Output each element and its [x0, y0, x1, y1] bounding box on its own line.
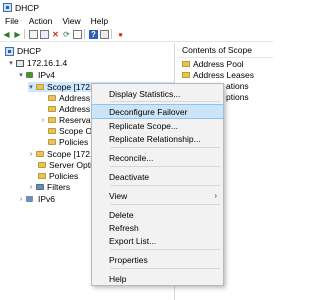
tree-node-policies[interactable]: Policies	[40, 137, 88, 147]
tree-label-scope-2: Scope [172.	[47, 149, 93, 159]
title-bar: DHCP	[0, 0, 273, 15]
menu-item-replicate-relationship[interactable]: Replicate Relationship...	[92, 132, 223, 145]
forward-icon[interactable]: ▶	[13, 30, 22, 39]
menu-item-help[interactable]: Help	[92, 272, 223, 285]
tree-label-server: 172.16.1.4	[27, 58, 68, 68]
menu-item-delete[interactable]: Delete	[92, 208, 223, 221]
properties-icon[interactable]	[40, 29, 49, 39]
menu-item-view[interactable]: View ›	[92, 189, 223, 202]
menu-item-properties[interactable]: Properties	[92, 253, 223, 266]
menu-separator	[110, 101, 220, 102]
server-icon[interactable]	[100, 29, 109, 39]
collapsed-arrow-icon[interactable]: ›	[28, 184, 34, 191]
menu-item-export-list[interactable]: Export List...	[92, 234, 223, 247]
refresh-icon[interactable]: ⟳	[62, 30, 71, 39]
menu-item-display-statistics[interactable]: Display Statistics...	[92, 87, 223, 100]
menu-action[interactable]: Action	[29, 16, 53, 26]
toolbar-separator-2	[84, 29, 85, 39]
menu-file[interactable]: File	[5, 16, 19, 26]
window-title: DHCP	[15, 2, 40, 13]
tree-label-ipv6: IPv6	[38, 194, 56, 204]
folder-icon	[182, 60, 190, 67]
tree-node-ipv6[interactable]: › IPv6	[18, 194, 55, 204]
tree-label-server-policies: Policies	[49, 171, 79, 181]
dhcp-icon	[5, 46, 14, 56]
tree-node-scope-2[interactable]: › Scope [172.	[28, 149, 93, 159]
submenu-arrow-icon: ›	[214, 191, 217, 200]
menu-separator	[110, 204, 220, 205]
menu-item-deactivate[interactable]: Deactivate	[92, 170, 223, 183]
folder-icon	[48, 95, 56, 101]
expand-arrow-icon[interactable]: ▾	[18, 71, 24, 79]
ipv4-icon	[26, 71, 35, 79]
server-icon	[16, 59, 24, 67]
tree-node-ipv4[interactable]: ▾ IPv4	[18, 70, 55, 80]
tree-label-filters: Filters	[47, 182, 71, 192]
tree-label-dhcp: DHCP	[17, 46, 42, 56]
menu-separator	[110, 249, 220, 250]
results-item-address-leases[interactable]: Address Leases	[178, 69, 273, 80]
menu-item-reconcile[interactable]: Reconcile...	[92, 151, 223, 164]
menu-item-deconfigure-failover[interactable]: Deconfigure Failover	[91, 104, 224, 119]
tree-node-filters[interactable]: › Filters	[28, 182, 70, 192]
back-icon[interactable]: ◀	[2, 30, 11, 39]
folder-icon	[38, 162, 46, 168]
tree-label-policies: Policies	[59, 137, 89, 147]
toolbar-separator-3	[111, 29, 112, 39]
folder-icon	[48, 128, 56, 134]
folder-icon	[38, 173, 46, 179]
tree-label-server-options: Server Opti	[49, 160, 92, 170]
folder-icon	[48, 117, 56, 123]
dhcp-app-icon	[3, 3, 12, 12]
show-hide-tree-icon[interactable]	[29, 29, 38, 39]
folder-icon	[48, 106, 56, 112]
menu-item-replicate-scope[interactable]: Replicate Scope...	[92, 119, 223, 132]
export-icon[interactable]	[73, 29, 82, 39]
collapsed-arrow-icon[interactable]: ›	[28, 151, 34, 158]
menu-separator	[110, 147, 220, 148]
tree-node-server-options[interactable]: Server Opti	[30, 160, 92, 170]
toolbar-separator	[24, 29, 25, 39]
context-menu: Display Statistics... Deconfigure Failov…	[91, 83, 224, 286]
expand-arrow-icon[interactable]: ▾	[28, 83, 34, 91]
results-item-address-pool[interactable]: Address Pool	[178, 58, 273, 69]
folder-icon	[36, 84, 44, 90]
collapsed-arrow-icon[interactable]: ›	[18, 196, 24, 203]
tree-node-server[interactable]: ▾ 172.16.1.4	[8, 58, 67, 68]
stop-icon[interactable]: ●	[116, 30, 125, 39]
help-icon[interactable]: ?	[89, 29, 98, 39]
menu-separator	[110, 166, 220, 167]
menu-help[interactable]: Help	[91, 16, 108, 26]
tree-node-server-policies[interactable]: Policies	[30, 171, 78, 181]
delete-icon[interactable]: ✕	[51, 30, 60, 39]
folder-icon	[36, 151, 44, 157]
toolbar: ◀ ▶ ✕ ⟳ ? ●	[0, 27, 273, 42]
menu-view[interactable]: View	[62, 16, 80, 26]
collapsed-arrow-icon[interactable]: ›	[40, 117, 46, 124]
menu-bar: File Action View Help	[0, 15, 273, 27]
menu-item-refresh[interactable]: Refresh	[92, 221, 223, 234]
expand-arrow-icon[interactable]: ▾	[8, 59, 14, 67]
ipv6-icon	[26, 195, 35, 203]
results-header: Contents of Scope	[178, 43, 273, 58]
folder-icon	[48, 139, 56, 145]
filter-icon	[36, 184, 44, 190]
tree-label-ipv4: IPv4	[38, 70, 56, 80]
menu-separator	[110, 185, 220, 186]
menu-separator	[110, 268, 220, 269]
tree-node-dhcp[interactable]: DHCP	[2, 46, 41, 56]
folder-icon	[182, 71, 190, 78]
